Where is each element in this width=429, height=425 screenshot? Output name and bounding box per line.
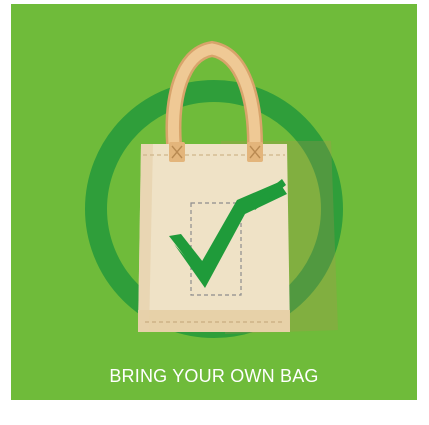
poster-illustration bbox=[85, 40, 343, 338]
bag-bottom-shade bbox=[138, 310, 290, 332]
poster-caption: BRING YOUR OWN BAG bbox=[109, 366, 319, 386]
bring-your-own-bag-poster: BRING YOUR OWN BAG bbox=[11, 4, 417, 400]
bag-body bbox=[138, 144, 290, 332]
